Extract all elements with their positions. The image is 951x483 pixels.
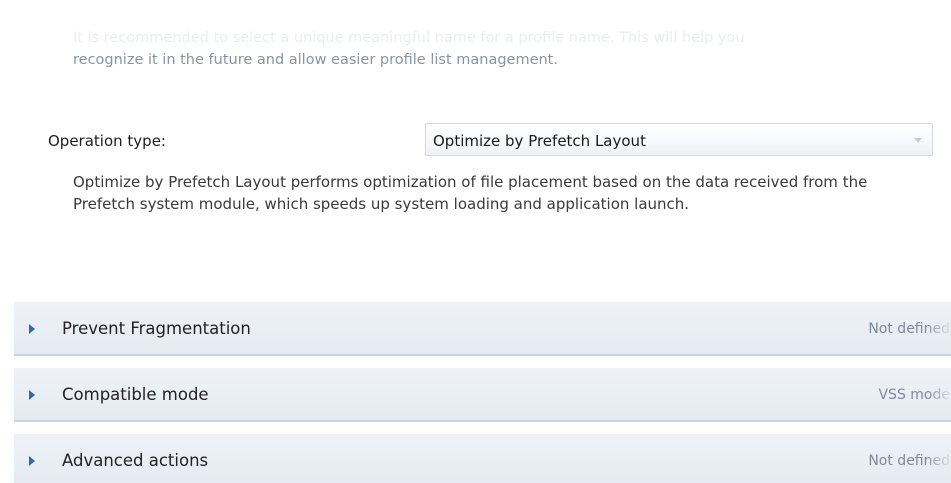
operation-type-label: Operation type:	[48, 132, 166, 150]
section-status: Not defined	[868, 321, 950, 337]
profile-name-hint: It is recommended to select a unique mea…	[73, 27, 933, 71]
profile-settings-page: It is recommended to select a unique mea…	[0, 0, 951, 483]
expand-arrow-icon[interactable]	[29, 324, 35, 334]
expand-arrow-icon[interactable]	[29, 456, 35, 466]
operation-type-description: Optimize by Prefetch Layout performs opt…	[73, 173, 868, 213]
section-title: Prevent Fragmentation	[62, 319, 251, 338]
section-status: VSS mode	[878, 387, 950, 403]
profile-name-hint-line-1: It is recommended to select a unique mea…	[73, 30, 745, 46]
section-compatible-mode[interactable]: Compatible mode VSS mode	[14, 368, 951, 422]
profile-name-hint-line-2: recognize it in the future and allow eas…	[73, 52, 558, 68]
section-title: Advanced actions	[62, 451, 209, 470]
section-title: Compatible mode	[62, 385, 209, 404]
section-prevent-fragmentation[interactable]: Prevent Fragmentation Not defined	[14, 302, 951, 356]
chevron-down-icon	[914, 138, 922, 143]
section-advanced-actions[interactable]: Advanced actions Not defined	[14, 434, 951, 483]
expand-arrow-icon[interactable]	[29, 390, 35, 400]
operation-type-dropdown[interactable]: Optimize by Prefetch Layout	[425, 123, 933, 156]
operation-type-selected-value: Optimize by Prefetch Layout	[433, 132, 646, 150]
section-status: Not defined	[868, 453, 950, 469]
